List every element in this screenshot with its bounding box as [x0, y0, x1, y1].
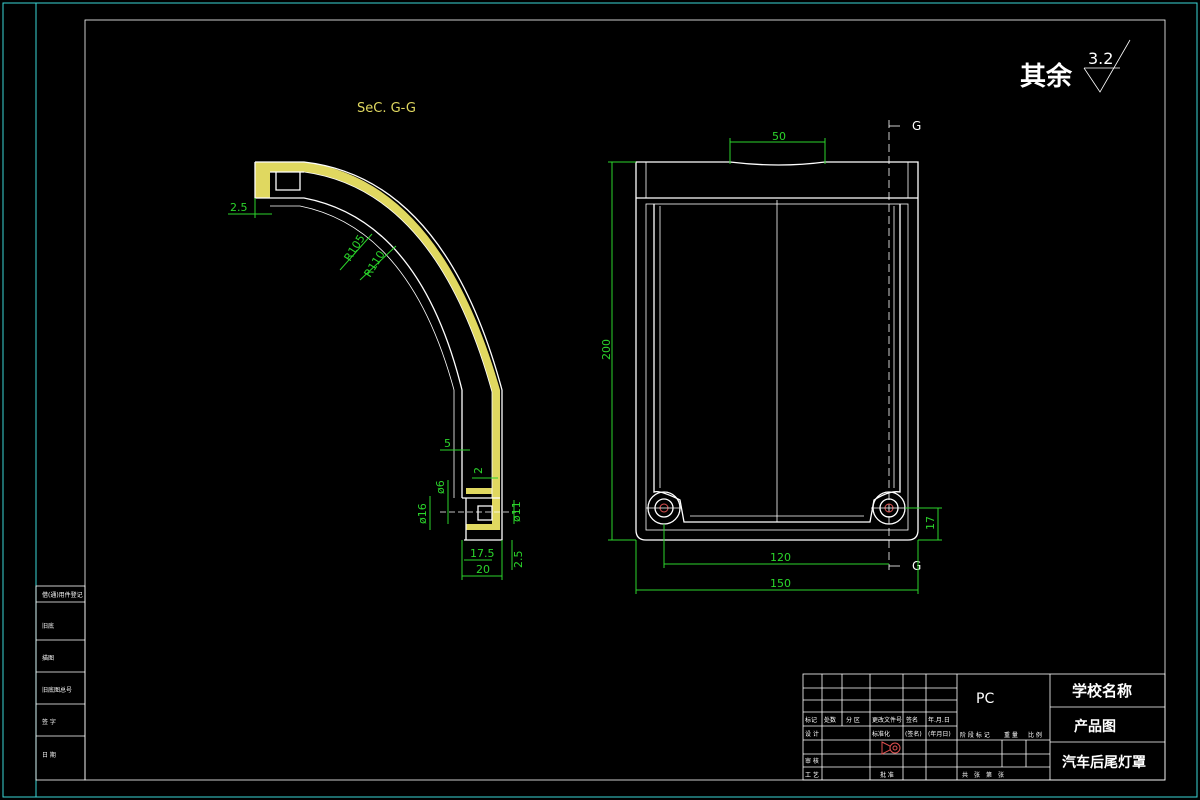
dim-50: 50 [772, 130, 786, 143]
tb-weight: 重 量 [1004, 731, 1018, 739]
front-view: G G 50 200 120 150 17 [600, 119, 942, 594]
dim-r105: R105 [342, 232, 368, 263]
section-hatch-band [304, 162, 500, 498]
dim-17: 17 [924, 516, 937, 530]
section-view: 2.5 R105 R110 5 2 ø6 ø16 ø11 17.5 20 2.5 [228, 161, 525, 580]
strip-row3: 描图 [42, 654, 54, 662]
strip-row4: 旧底图总号 [42, 686, 72, 694]
tb-standard: 标准化 [872, 730, 890, 738]
dim-150: 150 [770, 577, 791, 590]
inner-frame [84, 19, 1166, 781]
tb-approve: 批 准 [880, 771, 894, 779]
outer-frame [2, 2, 1198, 798]
mount-boss-left [646, 491, 682, 525]
dim-120: 120 [770, 551, 791, 564]
dim-2-5-bottom: 2.5 [512, 551, 525, 569]
strip-row6: 日 期 [42, 751, 56, 759]
tb-date2: (年月日) [928, 730, 951, 738]
tb-hdr-date: 年.月.日 [928, 716, 950, 724]
tb-drawing-type: 产品图 [1074, 718, 1116, 735]
dim-17-5: 17.5 [470, 547, 495, 560]
tb-stage: 阶 段 标 记 [960, 731, 990, 739]
section-outer-contour [255, 161, 503, 541]
dim-2: 2 [472, 467, 485, 474]
tb-sign2: (签名) [905, 730, 922, 738]
section-inner-contour-1 [270, 197, 463, 498]
surface-finish-prefix: 其余 [1020, 61, 1073, 92]
cad-drawing-canvas: 其余 3.2 SeC. G-G 2.5 R105 R110 5 2 ø6 ø16… [2, 2, 1198, 798]
tb-design: 设 计 [805, 730, 819, 738]
tb-scale: 比 例 [1028, 731, 1042, 739]
title-block: 标记 处数 分 区 更改文件号 签名 年.月.日 设 计 标准化 (签名) (年… [802, 673, 1166, 781]
section-label-top: G [912, 119, 921, 133]
section-label-bottom: G [912, 559, 921, 573]
projection-symbol-icon [881, 741, 901, 755]
dim-5: 5 [444, 437, 451, 450]
section-title: SeC. G-G [357, 101, 416, 116]
surface-finish-value: 3.2 [1088, 49, 1113, 68]
dim-200: 200 [600, 339, 613, 360]
section-inner-contour-2 [270, 205, 455, 498]
section-inner-contour-3 [303, 171, 493, 498]
dim-2-5-top: 2.5 [230, 201, 248, 214]
tb-hdr-count: 处数 [824, 716, 836, 724]
tb-review: 审 核 [805, 757, 819, 765]
tb-process: 工 艺 [805, 771, 819, 779]
tb-hdr-doc: 更改文件号 [872, 716, 902, 724]
tb-hdr-zone: 分 区 [846, 716, 860, 724]
surface-finish-symbol: 其余 3.2 [1020, 39, 1131, 93]
tb-material: PC [976, 691, 994, 707]
tb-part-name: 汽车后尾灯罩 [1062, 754, 1146, 771]
dim-r110: R110 [362, 248, 388, 279]
dim-phi11: ø11 [510, 501, 523, 522]
dim-20: 20 [476, 563, 490, 576]
dim-phi6: ø6 [434, 480, 447, 494]
section-hatch-top-left [255, 162, 304, 198]
tb-sheets: 共 张 第 张 [962, 771, 1004, 779]
section-hatch-bottom [466, 488, 500, 530]
strip-row1: 借(通)用件登记 [42, 591, 83, 599]
strip-row5: 签 字 [42, 718, 56, 726]
left-strip-table: 借(通)用件登记 旧底 描图 旧底图总号 签 字 日 期 [35, 585, 86, 781]
section-dimensions: 2.5 R105 R110 5 2 ø6 ø16 ø11 17.5 20 2.5 [228, 198, 525, 580]
dim-phi16: ø16 [416, 503, 429, 524]
strip-row2: 旧底 [42, 622, 54, 630]
tb-school: 学校名称 [1072, 682, 1132, 700]
tb-hdr-mark: 标记 [805, 716, 817, 724]
tb-hdr-sign: 签名 [906, 716, 918, 724]
